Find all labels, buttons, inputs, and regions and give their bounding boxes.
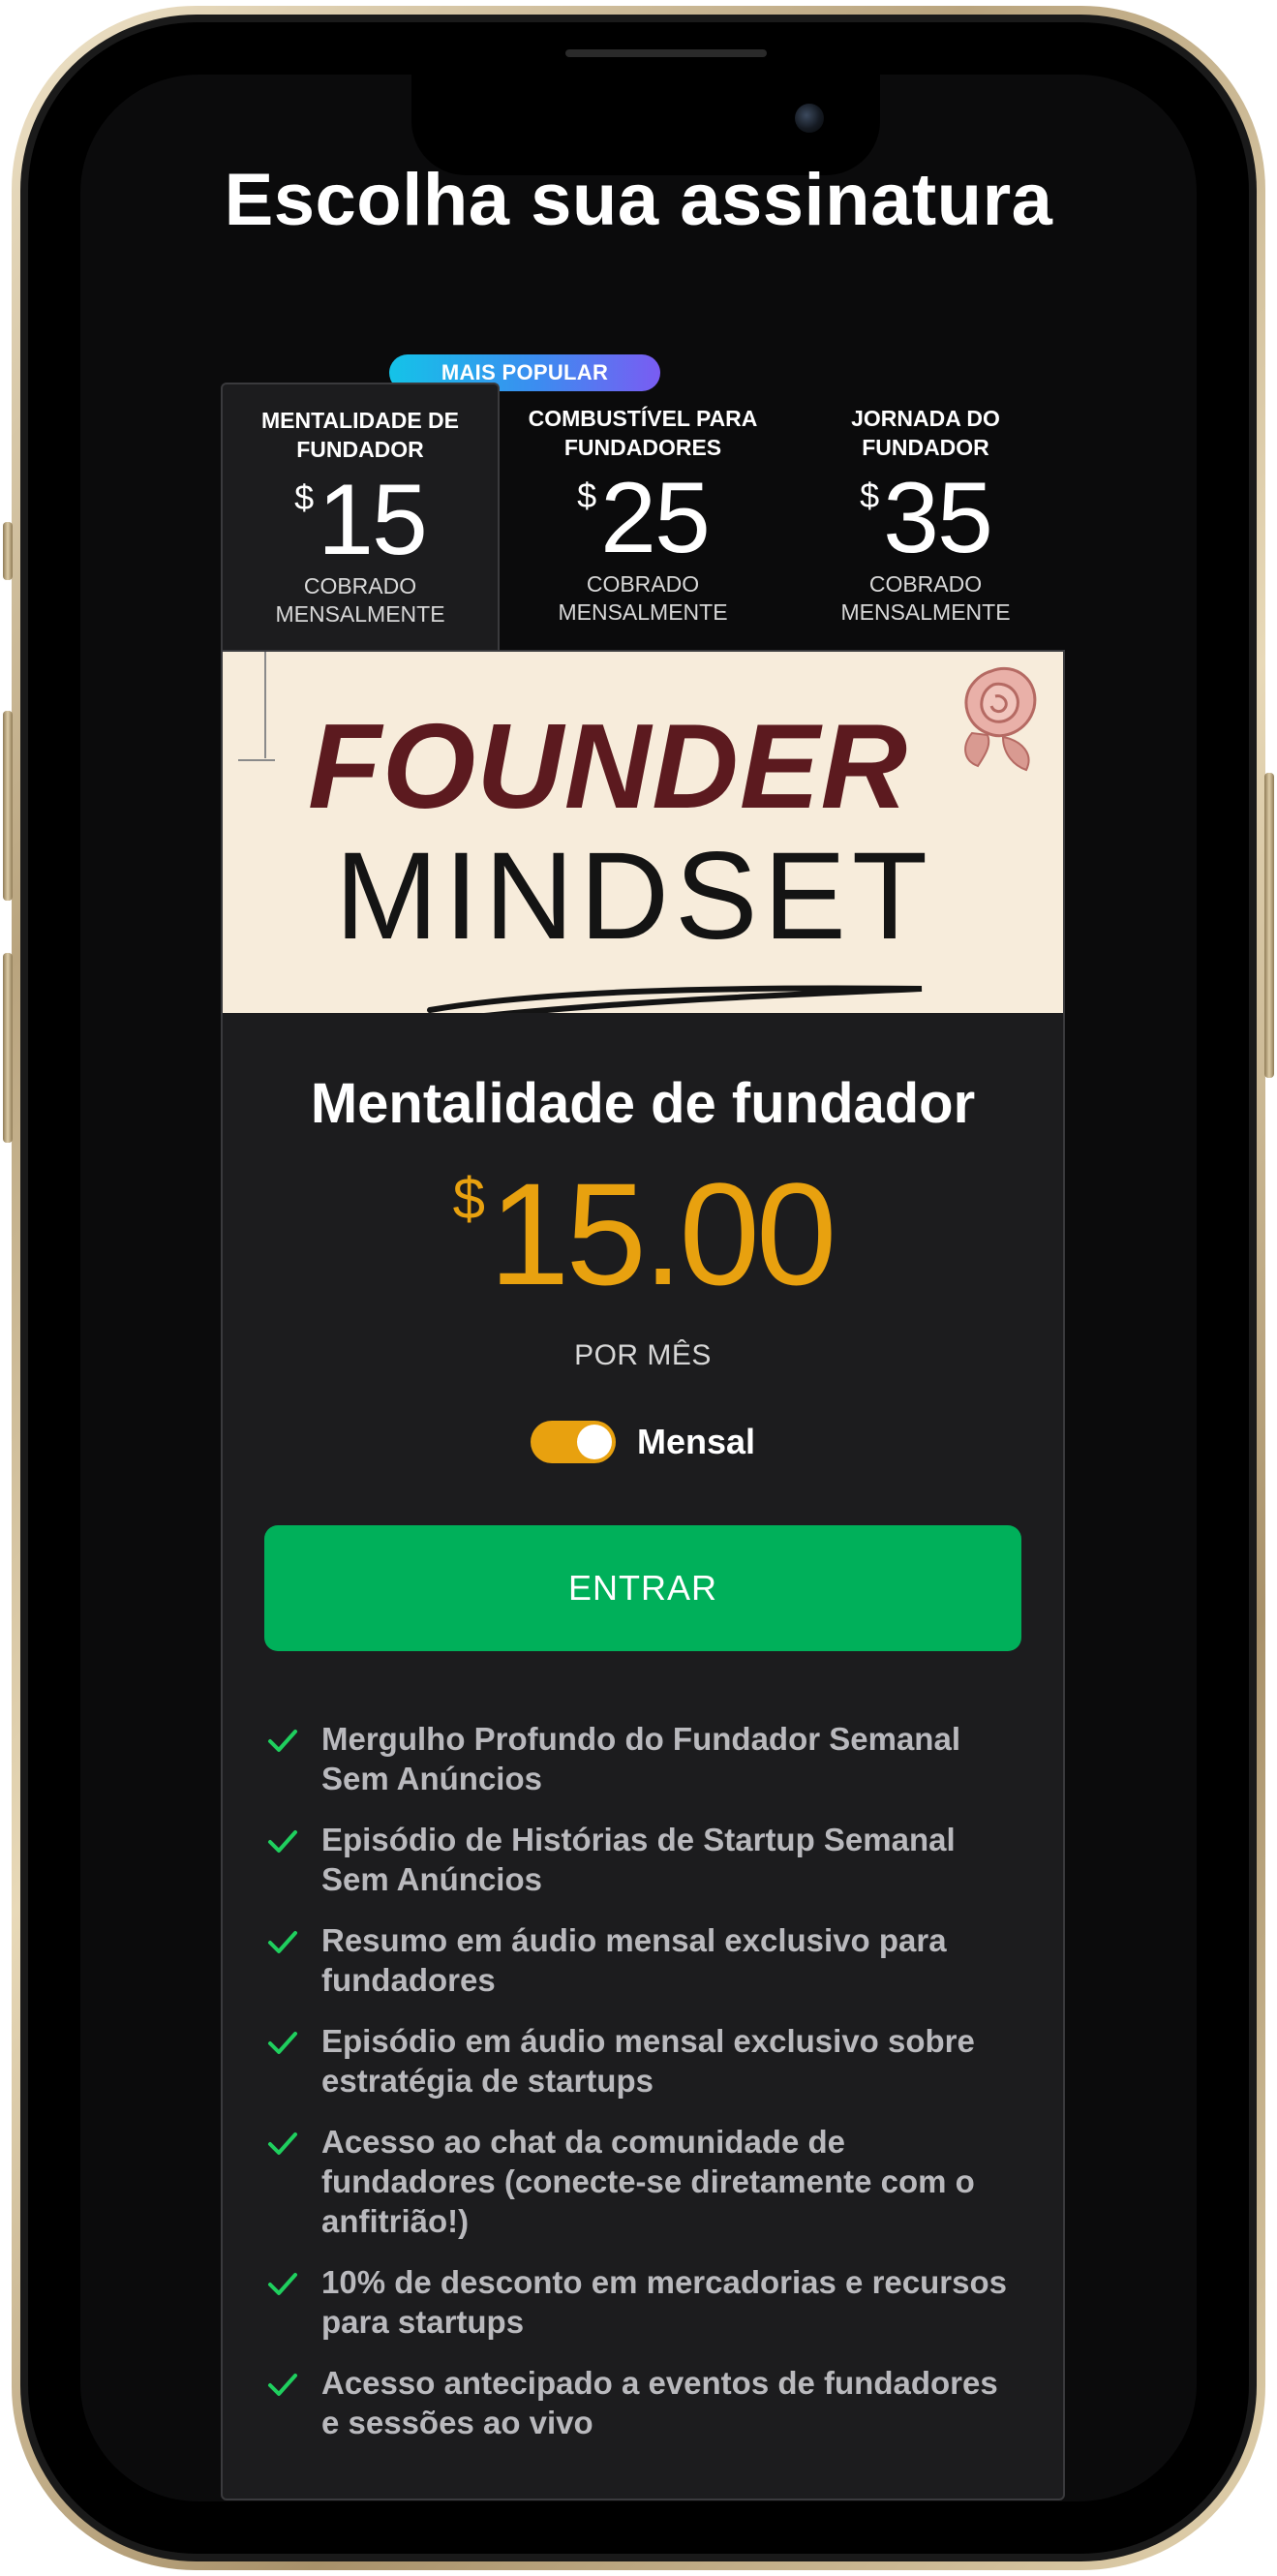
feature-item: Resumo em áudio mensal exclusivo para fu… — [265, 1920, 1024, 2000]
plan-tab-amount: 35 — [883, 462, 993, 574]
plan-tab-billing: COBRADO MENSALMENTE — [275, 573, 445, 627]
feature-item: Acesso ao chat da comunidade de fundador… — [265, 2122, 1024, 2241]
feature-item: Episódio de Histórias de Startup Semanal… — [265, 1820, 1024, 1899]
feature-list: Mergulho Profundo do Fundador Semanal Se… — [223, 1719, 1063, 2442]
plan-tab-amount: 25 — [600, 462, 711, 574]
check-icon — [268, 2132, 297, 2155]
check-icon — [268, 2273, 297, 2295]
billing-toggle-row: Mensal — [223, 1421, 1063, 1463]
front-camera — [795, 104, 824, 133]
feature-text: Resumo em áudio mensal exclusivo para fu… — [321, 1922, 947, 1998]
speaker-grille — [565, 49, 767, 57]
plan-tab-currency: $ — [294, 477, 315, 517]
mute-switch — [3, 522, 13, 580]
plan-tab-price: $ 15 — [223, 470, 498, 570]
banner-title-founder: FOUNDER — [308, 700, 909, 834]
plan-tab-billing: COBRADO MENSALMENTE — [558, 571, 728, 625]
page-title: Escolha sua assinatura — [224, 159, 1053, 241]
plan-card: FOUNDER MINDSET Mentalidade de fundador … — [221, 650, 1065, 2500]
plan-tab-billing: COBRADO MENSALMENTE — [840, 571, 1011, 625]
phone-bezel: Escolha sua assinatura MAIS POPULAR MENT… — [28, 22, 1249, 2554]
plan-tab-name: COMBUSTÍVEL PARA FUNDADORES — [528, 406, 758, 460]
rose-illustration — [964, 666, 1037, 772]
plan-tab-currency: $ — [577, 475, 597, 515]
plan-tab-name: MENTALIDADE DE FUNDADOR — [260, 408, 459, 462]
feature-text: Episódio em áudio mensal exclusivo sobre… — [321, 2023, 975, 2099]
check-icon — [268, 1730, 297, 1752]
feature-text: 10% de desconto em mercadorias e recurso… — [321, 2264, 1007, 2340]
check-icon — [268, 1931, 297, 1953]
price-currency: $ — [452, 1166, 485, 1231]
plan-price: $ 15.00 — [223, 1161, 1063, 1306]
billing-period: POR MÊS — [574, 1339, 712, 1371]
plan-tab-founder-mindset[interactable]: MENTALIDADE DE FUNDADOR $ 15 COBRADO MEN… — [221, 383, 500, 652]
plan-tab-price: $ 25 — [503, 468, 782, 568]
plan-tab-founder-fuel[interactable]: COMBUSTÍVEL PARA FUNDADORES $ 25 COBRADO… — [503, 383, 782, 652]
plan-tab-founder-journey[interactable]: JORNADA DO FUNDADOR $ 35 COBRADO MENSALM… — [786, 383, 1065, 652]
plan-tabs: MENTALIDADE DE FUNDADOR $ 15 COBRADO MEN… — [221, 383, 1065, 652]
plan-tab-name: JORNADA DO FUNDADOR — [851, 406, 1000, 460]
check-icon — [268, 2032, 297, 2054]
feature-text: Episódio de Histórias de Startup Semanal… — [321, 1822, 956, 1897]
plan-tab-price: $ 35 — [786, 468, 1065, 568]
plan-tab-currency: $ — [860, 475, 880, 515]
feature-item: 10% de desconto em mercadorias e recurso… — [265, 2262, 1024, 2342]
feature-text: Acesso antecipado a eventos de fundadore… — [321, 2365, 998, 2440]
price-amount: 15.00 — [489, 1152, 836, 1315]
feature-text: Mergulho Profundo do Fundador Semanal Se… — [321, 1721, 960, 1796]
brush-underline-decoration — [427, 985, 923, 1013]
plan-name: Mentalidade de fundador — [310, 1072, 976, 1135]
sketch-mark-decoration — [238, 652, 275, 761]
check-icon — [268, 1830, 297, 1853]
power-button — [1264, 773, 1274, 1078]
plan-tab-amount: 15 — [318, 464, 428, 576]
check-icon — [268, 2374, 297, 2396]
join-button[interactable]: ENTRAR — [264, 1525, 1021, 1651]
volume-up-button — [3, 711, 13, 901]
screen: Escolha sua assinatura MAIS POPULAR MENT… — [80, 75, 1197, 2501]
phone-frame: Escolha sua assinatura MAIS POPULAR MENT… — [3, 6, 1274, 2570]
billing-toggle-switch[interactable] — [530, 1421, 616, 1463]
billing-toggle-label: Mensal — [636, 1422, 756, 1461]
banner-title-mindset: MINDSET — [335, 827, 933, 966]
plan-banner-image: FOUNDER MINDSET — [223, 652, 1063, 1013]
feature-item: Mergulho Profundo do Fundador Semanal Se… — [265, 1719, 1024, 1798]
phone-inner-ring: Escolha sua assinatura MAIS POPULAR MENT… — [20, 15, 1257, 2561]
feature-item: Acesso antecipado a eventos de fundadore… — [265, 2363, 1024, 2442]
feature-item: Episódio em áudio mensal exclusivo sobre… — [265, 2021, 1024, 2101]
volume-down-button — [3, 953, 13, 1143]
feature-text: Acesso ao chat da comunidade de fundador… — [321, 2124, 975, 2239]
toggle-knob — [576, 1425, 612, 1459]
